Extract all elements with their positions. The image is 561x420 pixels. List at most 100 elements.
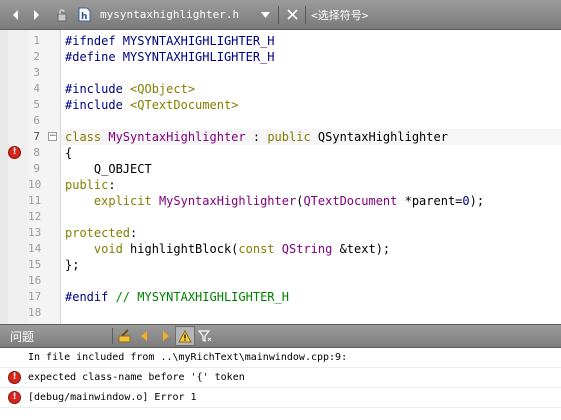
file-dropdown-icon[interactable]: [255, 5, 275, 25]
code-token: <QObject>: [130, 82, 196, 96]
issues-panel-title: 问题: [10, 329, 35, 344]
code-line[interactable]: #endif // MYSYNTAXHIGHLIGHTER_H: [61, 289, 561, 305]
code-token: protected: [65, 226, 131, 240]
line-number: 12: [28, 210, 42, 223]
code-token: public: [267, 130, 318, 144]
code-line[interactable]: #define MYSYNTAXHIGHLIGHTER_H: [61, 49, 561, 65]
line-number: 5: [33, 98, 40, 111]
line-number: 1: [33, 34, 40, 47]
error-icon: !: [8, 371, 21, 384]
lock-icon[interactable]: [52, 5, 72, 25]
filter-icon[interactable]: [195, 326, 215, 346]
issue-text: [debug/mainwindow.o] Error 1: [28, 392, 197, 403]
line-number: 15: [28, 258, 42, 271]
line-number: 6: [33, 114, 40, 127]
file-name-label: mysyntaxhighlighter.h: [100, 8, 240, 21]
code-line[interactable]: #include <QTextDocument>: [61, 97, 561, 113]
toolbar-separator: [305, 5, 307, 24]
code-token: Q_OBJECT: [65, 162, 152, 176]
code-token: #endif: [65, 290, 116, 304]
code-line[interactable]: };: [61, 257, 561, 273]
toolbar-separator: [278, 5, 280, 24]
code-token: :: [245, 130, 268, 144]
code-token: QTextDocument: [303, 194, 398, 208]
code-line[interactable]: void highlightBlock(const QString &text)…: [61, 241, 561, 257]
editor-toolbar: h mysyntaxhighlighter.h <选择符号>: [0, 0, 561, 30]
line-number: 11: [28, 194, 42, 207]
code-token: explicit: [93, 194, 159, 208]
code-token: MySyntaxHighlighter: [108, 130, 246, 144]
code-text-area[interactable]: #ifndef MYSYNTAXHIGHLIGHTER_H #define MYS…: [61, 30, 561, 324]
line-number-gutter: 1 2 3 4 5 6 7 8 9 10 11 12 13 14 15 16 17 18−: [28, 30, 61, 324]
code-token: <QTextDocument>: [130, 98, 239, 112]
code-line[interactable]: #ifndef MYSYNTAXHIGHLIGHTER_H: [61, 33, 561, 49]
editor-left-strip: [0, 30, 8, 324]
warning-filter-icon[interactable]: [175, 326, 195, 346]
code-line[interactable]: class MySyntaxHighlighter : public QSynt…: [61, 129, 561, 145]
line-number: 2: [33, 50, 40, 63]
code-line[interactable]: #include <QObject>: [61, 81, 561, 97]
forward-arrow-icon[interactable]: [26, 5, 46, 25]
code-token: MySyntaxHighlighter: [158, 194, 297, 208]
line-number: 17: [28, 290, 42, 303]
code-token: {: [65, 146, 73, 160]
header-file-icon: h: [74, 5, 94, 25]
issue-text: In file included from ..\myRichText\main…: [28, 352, 348, 363]
line-number: 3: [33, 66, 40, 79]
code-token: QString: [281, 242, 333, 256]
code-token: void: [93, 242, 131, 256]
code-token: );: [469, 194, 485, 208]
panel-separator: [112, 328, 113, 344]
code-token: public: [65, 178, 109, 192]
code-line[interactable]: [61, 113, 561, 129]
issue-text: expected class-name before '{' token: [28, 372, 245, 383]
code-token: QSyntaxHighlighter: [317, 130, 448, 144]
code-line[interactable]: [61, 209, 561, 225]
fold-toggle-icon[interactable]: −: [48, 132, 57, 141]
code-editor[interactable]: ! 1 2 3 4 5 6 7 8 9 10 11 12 13 14 15 16 17 18− #ifndef M…: [0, 30, 561, 324]
issue-error-row[interactable]: ! [debug/mainwindow.o] Error 1: [0, 388, 561, 408]
code-token: #define MYSYNTAXHIGHLIGHTER_H: [65, 50, 275, 64]
code-token: #include: [65, 98, 131, 112]
line-number: 9: [33, 162, 40, 175]
close-document-icon[interactable]: [282, 5, 302, 25]
line-number: 8: [33, 146, 40, 159]
code-line[interactable]: protected:: [61, 225, 561, 241]
previous-item-icon[interactable]: [135, 326, 155, 346]
code-token: :: [130, 226, 138, 240]
code-line[interactable]: Q_OBJECT: [61, 161, 561, 177]
code-line[interactable]: explicit MySyntaxHighlighter(QTextDocume…: [61, 193, 561, 209]
line-number: 7: [33, 130, 40, 143]
code-token: // MYSYNTAXHIGHLIGHTER_H: [115, 290, 289, 304]
code-token: };: [65, 258, 80, 272]
back-arrow-icon[interactable]: [6, 5, 26, 25]
error-marker-icon[interactable]: !: [8, 146, 21, 159]
code-token: #ifndef MYSYNTAXHIGHLIGHTER_H: [65, 34, 275, 48]
code-token: &text);: [332, 242, 391, 256]
code-token: class: [65, 130, 109, 144]
issue-info-row[interactable]: In file included from ..\myRichText\main…: [0, 348, 561, 368]
clean-icon[interactable]: [115, 326, 135, 346]
line-number: 16: [28, 274, 42, 287]
line-number: 10: [28, 178, 42, 191]
marker-column[interactable]: !: [8, 30, 28, 324]
next-item-icon[interactable]: [155, 326, 175, 346]
code-line[interactable]: [61, 305, 561, 321]
line-number: 13: [28, 226, 42, 239]
issues-list: In file included from ..\myRichText\main…: [0, 348, 561, 420]
code-token: #include: [65, 82, 131, 96]
code-token: highlightBlock(: [130, 242, 239, 256]
code-line[interactable]: [61, 273, 561, 289]
line-number: 14: [28, 242, 42, 255]
issues-panel-toolbar: 问题: [0, 324, 561, 348]
code-token: 0: [462, 194, 470, 208]
code-token: *parent=: [397, 194, 463, 208]
code-line[interactable]: {: [61, 145, 561, 161]
issue-error-row[interactable]: ! expected class-name before '{' token: [0, 368, 561, 388]
symbol-selector[interactable]: <选择符号>: [311, 7, 368, 23]
code-line[interactable]: [61, 65, 561, 81]
code-line[interactable]: public:: [61, 177, 561, 193]
code-token: const: [238, 242, 282, 256]
svg-text:h: h: [81, 12, 87, 22]
